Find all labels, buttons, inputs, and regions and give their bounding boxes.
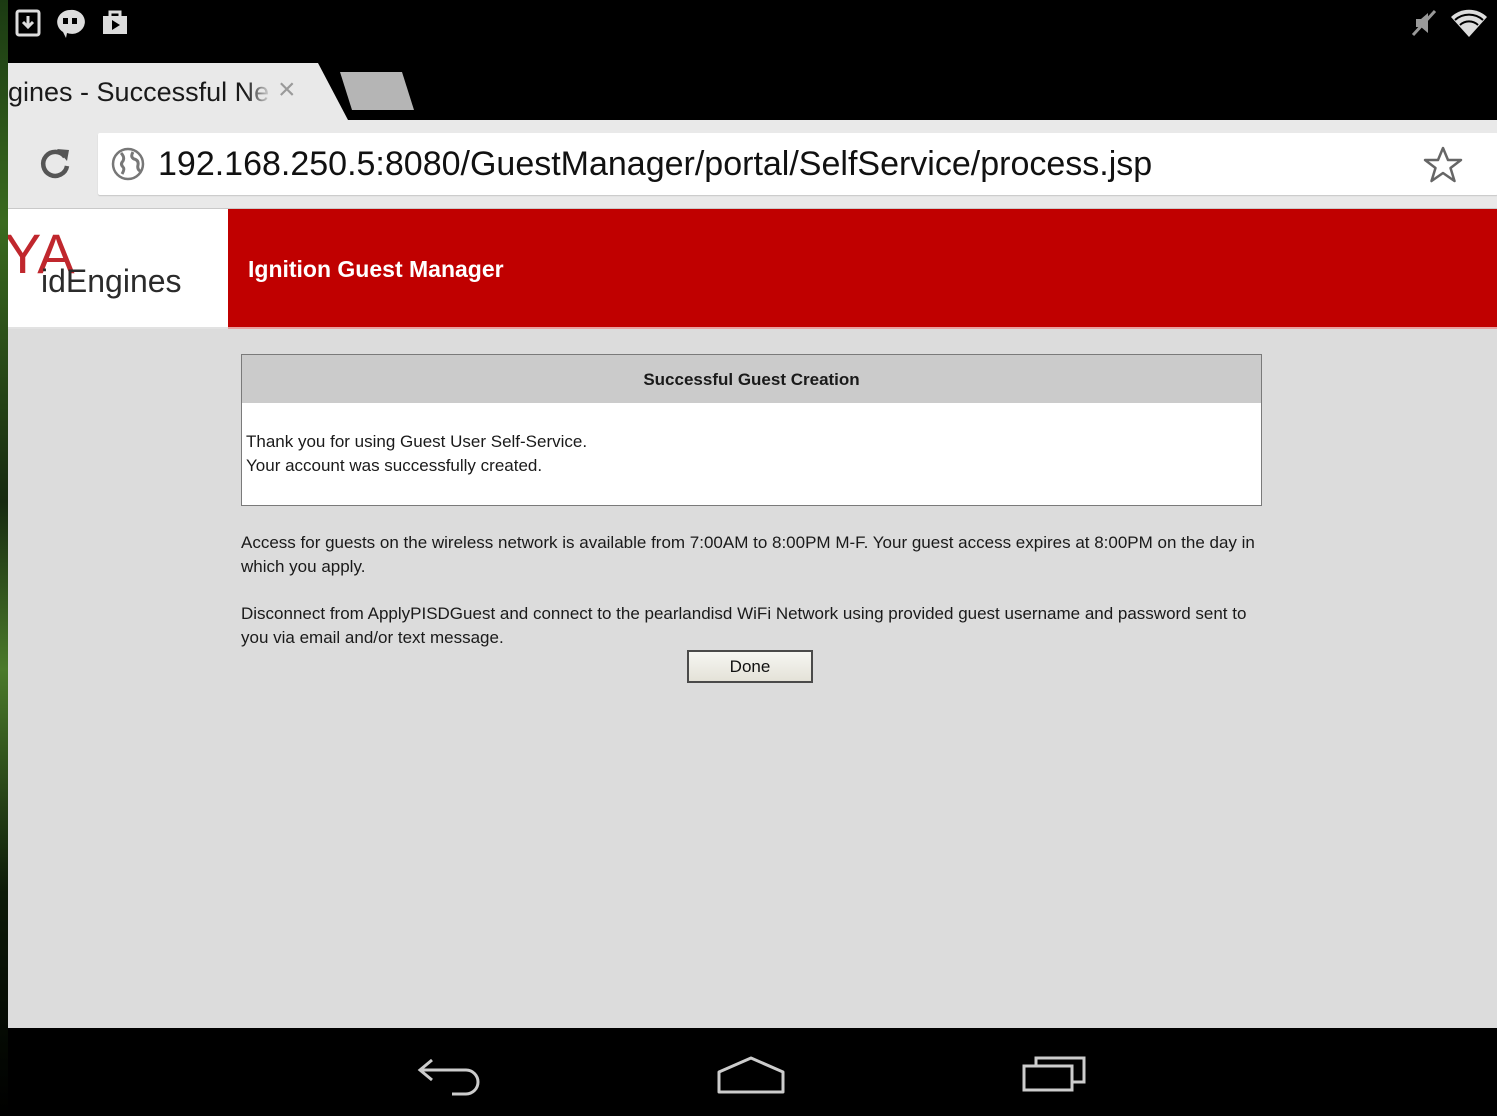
panel-header: Successful Guest Creation [242,355,1261,403]
logo: YA idEngines [8,209,228,329]
new-tab-button[interactable] [340,72,414,110]
play-store-icon [103,10,127,34]
tab-active[interactable]: gines - Successful Ne × [8,63,348,120]
star-icon[interactable] [1423,145,1463,183]
download-icon [15,9,41,37]
page-title: Ignition Guest Manager [248,256,504,282]
recents-icon[interactable] [1020,1050,1090,1096]
globe-icon [111,147,145,181]
wallpaper-strip [0,0,8,1116]
header-banner: Ignition Guest Manager [228,209,1497,329]
done-button[interactable]: Done [687,650,813,683]
panel-title: Successful Guest Creation [643,370,860,389]
home-icon[interactable] [716,1050,786,1096]
web-page: YA idEngines Ignition Guest Manager Succ… [8,209,1497,1028]
muted-icon [1411,9,1437,37]
tab-strip: gines - Successful Ne × [8,50,1497,120]
logo-text: idEngines [41,263,182,299]
url-text: 192.168.250.5:8080/GuestManager/portal/S… [158,145,1153,183]
hangouts-icon [57,9,85,38]
panel-message-line-2: Your account was successfully created. [246,456,543,475]
status-bar [8,0,1497,50]
wifi-icon [1451,9,1487,37]
reload-icon[interactable] [38,146,72,180]
tab-title-fade [246,71,272,111]
navigation-bar [8,1028,1497,1116]
panel-message-line-1: Thank you for using Guest User Self-Serv… [246,432,588,451]
back-icon[interactable] [414,1050,484,1096]
tab-title: gines - Successful Ne [8,77,270,107]
url-bar[interactable]: 192.168.250.5:8080/GuestManager/portal/S… [98,133,1497,195]
disconnect-info-text: Disconnect from ApplyPISDGuest and conne… [241,604,1247,647]
access-info-text: Access for guests on the wireless networ… [241,533,1255,576]
browser-toolbar: 192.168.250.5:8080/GuestManager/portal/S… [8,120,1497,209]
success-panel: Successful Guest Creation Thank you for … [241,354,1262,506]
close-tab-icon[interactable]: × [278,73,296,107]
